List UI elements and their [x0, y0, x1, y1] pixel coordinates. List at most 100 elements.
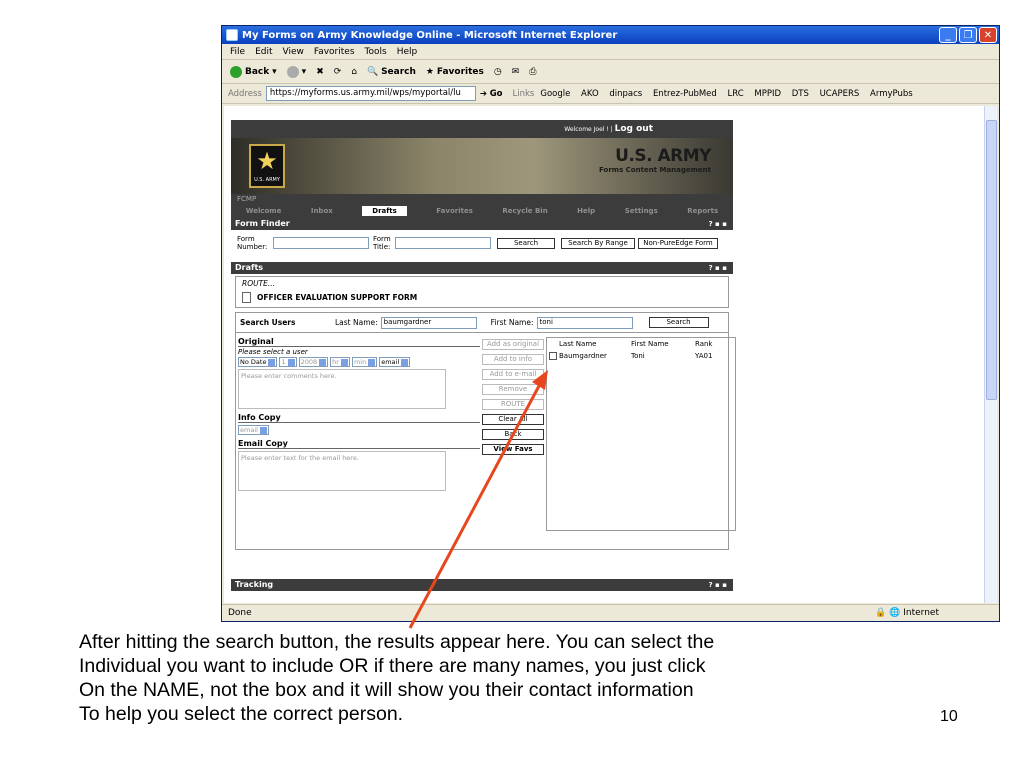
tab-favorites[interactable]: Favorites — [436, 207, 473, 215]
view-favs-button[interactable]: View Favs — [482, 444, 544, 455]
tab-welcome[interactable]: Welcome — [246, 207, 282, 215]
info-method-select[interactable]: email — [238, 425, 269, 435]
link-ucapers[interactable]: UCAPERS — [820, 89, 860, 99]
drafts-header: Drafts? ▪ ▪ — [231, 262, 733, 274]
add-to-info-button[interactable]: Add to info — [482, 354, 544, 365]
vertical-scrollbar[interactable] — [984, 106, 997, 603]
search-users-label: Search Users — [240, 318, 296, 327]
select-checkbox[interactable] — [549, 352, 557, 360]
col-first-name: First Name — [631, 340, 669, 348]
last-name-input[interactable]: baumgardner — [380, 316, 477, 329]
comments-textarea[interactable]: Please enter comments here. — [238, 369, 446, 409]
minimize-button[interactable]: _ — [939, 27, 957, 43]
link-mppid[interactable]: MPPID — [754, 89, 781, 99]
address-input[interactable]: https://myforms.us.army.mil/wps/myportal… — [265, 86, 476, 101]
method-select[interactable]: email — [379, 357, 411, 367]
back-list-button[interactable]: Back — [482, 429, 544, 440]
menu-help[interactable]: Help — [397, 47, 418, 57]
home-icon[interactable]: ⌂ — [351, 67, 357, 77]
address-label: Address — [228, 88, 262, 99]
day-select[interactable]: 1 — [279, 357, 297, 367]
fcmp-label: FCMP — [231, 194, 733, 204]
form-title-label: Form Title: — [373, 235, 391, 251]
menu-view[interactable]: View — [283, 47, 304, 57]
panel-controls-icon[interactable]: ? ▪ ▪ — [709, 579, 727, 591]
nav-tabs: Welcome Inbox Drafts Favorites Recycle B… — [231, 204, 733, 218]
link-ako[interactable]: AKO — [581, 89, 599, 99]
clear-all-button[interactable]: Clear All — [482, 414, 544, 425]
route-button[interactable]: ROUTE — [482, 399, 544, 410]
address-bar: Address https://myforms.us.army.mil/wps/… — [222, 84, 999, 104]
search-button[interactable]: 🔍 Search — [367, 67, 416, 77]
tab-recycle-bin[interactable]: Recycle Bin — [502, 207, 547, 215]
scroll-thumb[interactable] — [986, 120, 997, 400]
menu-file[interactable]: File — [230, 47, 245, 57]
link-lrc[interactable]: LRC — [728, 89, 744, 99]
maximize-button[interactable]: ❐ — [959, 27, 977, 43]
date-select[interactable]: No Date — [238, 357, 278, 367]
draft-form-name[interactable]: OFFICER EVALUATION SUPPORT FORM — [257, 293, 417, 302]
form-number-label: Form Number: — [237, 235, 268, 251]
back-icon — [230, 65, 242, 78]
favorites-button[interactable]: ★ Favorites — [426, 67, 484, 77]
routing-panel: Search Users Last Name: baumgardner Firs… — [235, 312, 736, 550]
tab-settings[interactable]: Settings — [625, 207, 658, 215]
go-button[interactable]: ➔ Go — [480, 89, 503, 99]
add-to-email-button[interactable]: Add to e-mail — [482, 369, 544, 380]
close-button[interactable]: ✕ — [979, 27, 997, 43]
tab-reports[interactable]: Reports — [687, 207, 718, 215]
forward-icon — [286, 65, 299, 78]
tab-inbox[interactable]: Inbox — [311, 207, 333, 215]
form-finder-header: Form Finder? ▪ ▪ — [231, 218, 733, 230]
first-name-input[interactable]: toni — [536, 316, 633, 329]
remove-button[interactable]: Remove — [482, 384, 544, 395]
logout-link[interactable]: Log out — [615, 124, 653, 134]
link-entrez[interactable]: Entrez-PubMed — [653, 89, 717, 99]
ie-icon — [226, 29, 238, 41]
army-banner: ★ U.S. ARMY U.S. ARMY Forms Content Manage… — [231, 138, 733, 194]
panel-controls-icon[interactable]: ? ▪ ▪ — [709, 262, 727, 274]
original-section: Original Please select a user No Date 1 … — [238, 337, 480, 491]
mail-icon[interactable]: ✉ — [512, 67, 520, 77]
form-search-button[interactable]: Search — [497, 237, 555, 249]
tab-drafts[interactable]: Drafts — [362, 206, 407, 216]
form-title-input[interactable] — [395, 237, 491, 249]
col-last-name: Last Name — [559, 340, 597, 348]
refresh-icon[interactable]: ⟳ — [334, 67, 342, 77]
link-google[interactable]: Google — [540, 89, 570, 99]
link-dts[interactable]: DTS — [792, 89, 809, 99]
stop-icon[interactable]: ✖ — [316, 67, 324, 77]
action-buttons: Add as original Add to info Add to e-mai… — [482, 339, 544, 455]
back-button[interactable]: Back ▾ — [230, 65, 277, 78]
form-number-input[interactable] — [273, 237, 369, 249]
result-last-name[interactable]: Baumgardner — [559, 352, 631, 360]
hour-select[interactable]: hr — [330, 357, 350, 367]
page-content: Welcome Joel ! | Log out ★ U.S. ARMY U.S.… — [224, 106, 986, 603]
col-rank: Rank — [695, 340, 713, 348]
email-copy-label: Email Copy — [238, 439, 480, 449]
menu-tools[interactable]: Tools — [365, 47, 387, 57]
panel-controls-icon[interactable]: ? ▪ ▪ — [709, 218, 727, 230]
year-select[interactable]: 2008 — [298, 357, 329, 367]
army-star-logo: ★ U.S. ARMY — [249, 144, 285, 188]
minute-select[interactable]: min — [351, 357, 378, 367]
toolbar: Back ▾ ▾ ✖ ⟳ ⌂ 🔍 Search ★ Favorites ◷ ✉ … — [222, 60, 999, 84]
user-search-button[interactable]: Search — [648, 317, 709, 328]
non-pureedge-button[interactable]: Non-PureEdge Form — [638, 237, 718, 249]
link-armypubs[interactable]: ArmyPubs — [870, 89, 913, 99]
link-dinpacs[interactable]: dinpacs — [609, 89, 642, 99]
print-icon[interactable]: ⎙ — [529, 67, 536, 77]
title-bar: My Forms on Army Knowledge Online - Micr… — [222, 26, 999, 44]
menu-edit[interactable]: Edit — [255, 47, 272, 57]
tracking-header: Tracking? ▪ ▪ — [231, 579, 733, 591]
menu-favorites[interactable]: Favorites — [314, 47, 355, 57]
search-by-range-button[interactable]: Search By Range — [561, 237, 635, 249]
forward-button[interactable]: ▾ — [286, 65, 306, 78]
email-textarea[interactable]: Please enter text for the email here. — [238, 451, 446, 491]
add-as-original-button[interactable]: Add as original — [482, 339, 544, 350]
page-number: 10 — [940, 708, 958, 725]
history-icon[interactable]: ◷ — [494, 67, 502, 77]
tab-help[interactable]: Help — [577, 207, 595, 215]
links-label: Links — [512, 88, 535, 99]
first-name-label: First Name: — [490, 318, 534, 327]
